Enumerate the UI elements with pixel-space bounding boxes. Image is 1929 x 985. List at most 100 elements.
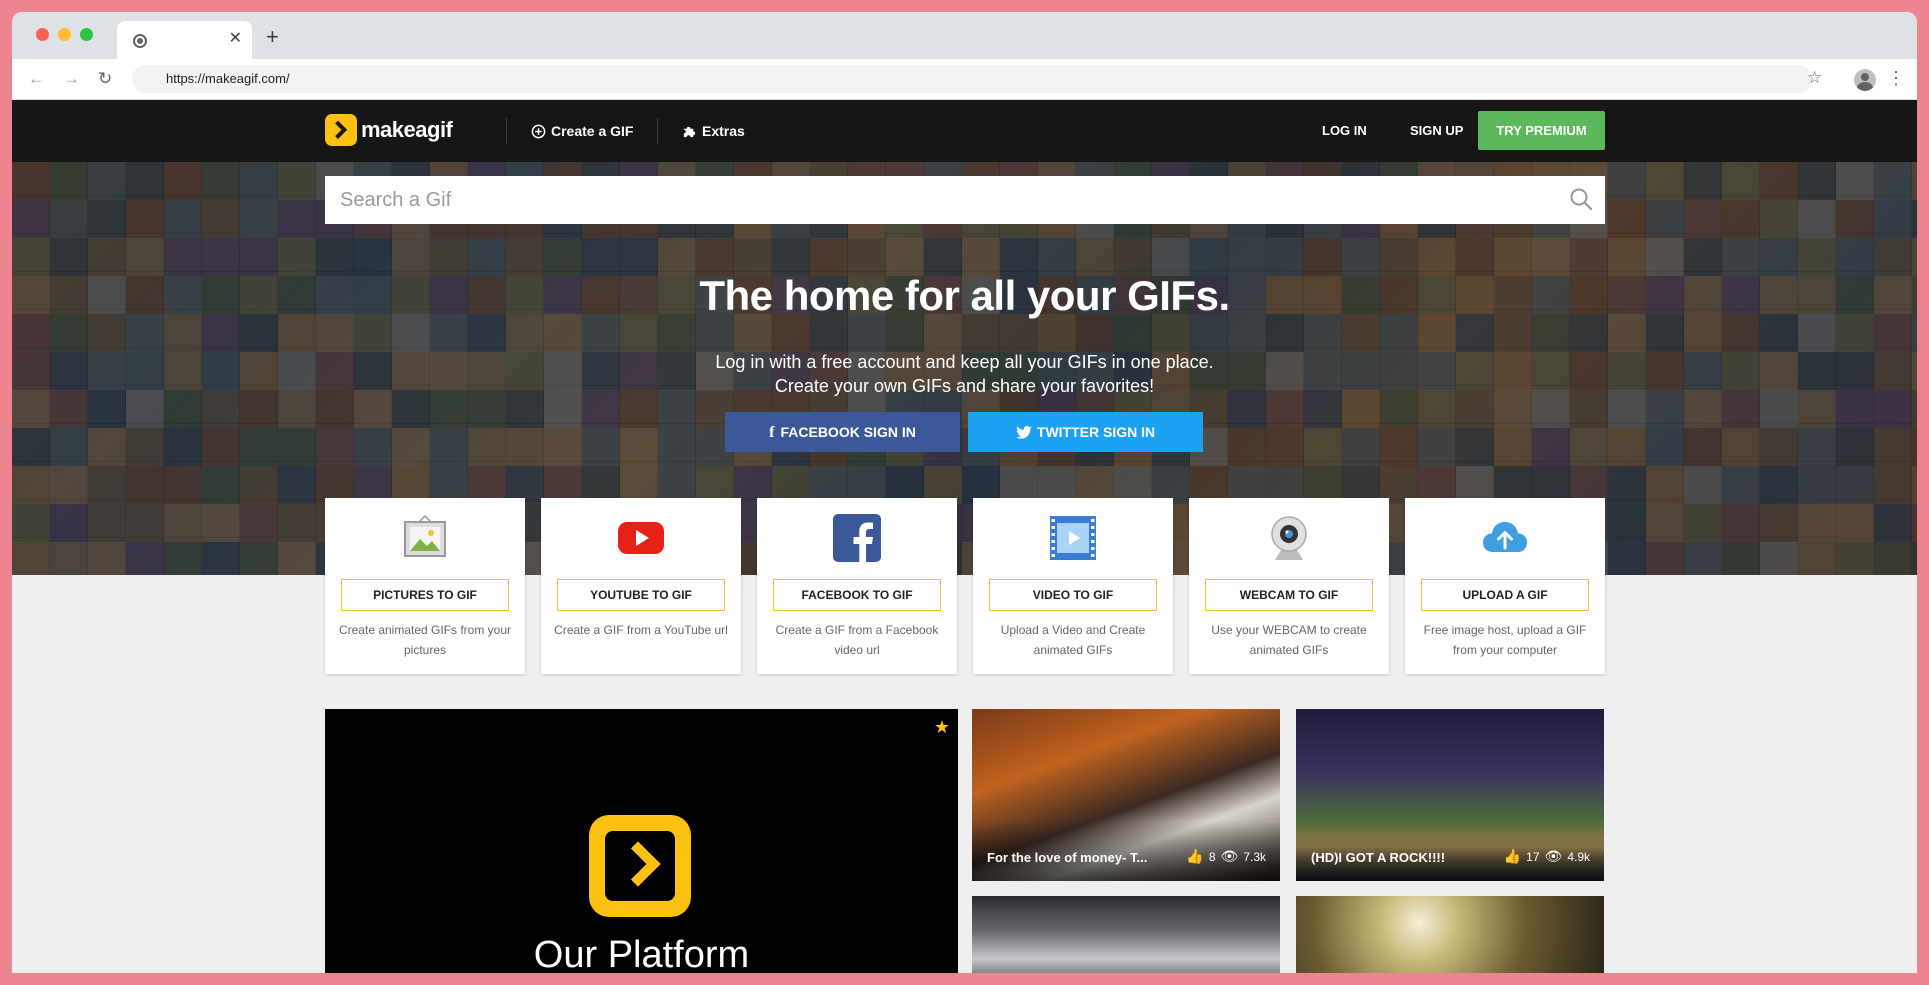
facebook-icon <box>833 514 881 562</box>
mosaic-tile <box>468 238 506 276</box>
mosaic-tile <box>240 542 278 575</box>
webcam-to-gif-button[interactable]: WEBCAM TO GIF <box>1205 579 1373 611</box>
twitter-sign-in-button[interactable]: TWITTER SIGN IN <box>968 412 1203 452</box>
video-to-gif-button[interactable]: VIDEO TO GIF <box>989 579 1157 611</box>
search-bar <box>325 176 1605 224</box>
view-count: 4.9k <box>1567 849 1590 864</box>
logo-mark-icon <box>325 114 357 146</box>
bookmark-star-icon[interactable]: ☆ <box>1807 68 1822 88</box>
pictures-to-gif-button[interactable]: PICTURES TO GIF <box>341 579 509 611</box>
mosaic-tile <box>1836 466 1874 504</box>
mosaic-tile <box>1646 238 1684 276</box>
thumbs-up-icon: 👍 <box>1503 848 1522 864</box>
mosaic-tile <box>468 428 506 466</box>
mosaic-tile <box>1266 428 1304 466</box>
mosaic-tile <box>1836 542 1874 575</box>
hero-title: The home for all your GIFs. <box>699 272 1230 319</box>
mosaic-tile <box>1152 238 1190 276</box>
mosaic-tile <box>1342 238 1380 276</box>
tool-description: Create a GIF from a Facebook video url <box>775 623 939 657</box>
mosaic-tile <box>1722 428 1760 466</box>
upload-gif-button[interactable]: UPLOAD A GIF <box>1421 579 1589 611</box>
mosaic-tile <box>1646 428 1684 466</box>
mosaic-tile <box>12 428 50 466</box>
forward-arrow-icon[interactable]: → <box>63 69 80 89</box>
login-link[interactable]: LOG IN <box>1322 100 1367 162</box>
mosaic-tile <box>1456 428 1494 466</box>
mosaic-tile <box>88 162 126 200</box>
mosaic-tile <box>506 428 544 466</box>
mosaic-tile <box>810 238 848 276</box>
maximize-window-button[interactable] <box>80 28 93 41</box>
mosaic-tile <box>1380 238 1418 276</box>
mosaic-tile <box>620 428 658 466</box>
facebook-sign-in-button[interactable]: f FACEBOOK SIGN IN <box>725 412 960 452</box>
featured-card[interactable]: ★ Our Platform <box>325 709 958 973</box>
address-bar[interactable]: https://makeagif.com/ <box>132 65 1812 93</box>
mosaic-tile <box>582 238 620 276</box>
plus-circle-icon <box>531 124 546 138</box>
mosaic-tile <box>12 238 50 276</box>
tool-description: Use your WEBCAM to create animated GIFs <box>1211 623 1367 657</box>
browser-window: ✕ + ← → ↻ https://makeagif.com/ ☆ ⋮ make… <box>12 12 1917 973</box>
profile-avatar-icon[interactable] <box>1854 69 1876 91</box>
mosaic-tile <box>278 466 316 504</box>
mosaic-tile <box>1114 238 1152 276</box>
tool-description: Create a GIF from a YouTube url <box>554 623 728 637</box>
search-input[interactable] <box>325 176 1605 224</box>
create-gif-label: Create a GIF <box>551 123 634 139</box>
mosaic-tile <box>886 238 924 276</box>
thumbs-up-icon: 👍 <box>1186 848 1204 864</box>
mosaic-tile <box>1418 428 1456 466</box>
mosaic-tile <box>1798 162 1836 200</box>
star-icon: ★ <box>933 717 950 737</box>
browser-tab[interactable]: ✕ <box>117 21 252 59</box>
eye-icon: 👁 <box>1544 848 1563 864</box>
cloud-upload-icon <box>1483 522 1527 552</box>
minimize-window-button[interactable] <box>58 28 71 41</box>
gif-thumbnail[interactable]: (HD)I GOT A ROCK!!!! 👍 17 👁 4.9k <box>1296 709 1604 881</box>
mosaic-tile <box>164 238 202 276</box>
facebook-sign-in-label: FACEBOOK SIGN IN <box>780 424 916 440</box>
facebook-f-icon: f <box>769 424 775 441</box>
tab-close-icon[interactable]: ✕ <box>229 29 242 49</box>
facebook-to-gif-button[interactable]: FACEBOOK TO GIF <box>773 579 941 611</box>
mosaic-tile <box>1912 504 1917 542</box>
mosaic-tile <box>1304 238 1342 276</box>
mosaic-tile <box>88 200 126 238</box>
mosaic-tile <box>544 428 582 466</box>
view-count: 7.3k <box>1243 849 1266 864</box>
site-logo[interactable]: makeagif <box>325 114 453 146</box>
mosaic-tile <box>772 238 810 276</box>
create-gif-link[interactable]: Create a GIF <box>531 100 633 162</box>
mosaic-tile <box>202 200 240 238</box>
tool-card-facebook: FACEBOOK TO GIF Create a GIF from a Face… <box>757 498 957 674</box>
mosaic-tile <box>1228 428 1266 466</box>
close-window-button[interactable] <box>36 28 49 41</box>
mosaic-tile <box>1874 504 1912 542</box>
more-menu-icon[interactable]: ⋮ <box>1887 68 1905 88</box>
mosaic-tile <box>1874 200 1912 238</box>
mosaic-tile <box>1038 238 1076 276</box>
tool-card-webcam: WEBCAM TO GIF Use your WEBCAM to create … <box>1189 498 1389 674</box>
mosaic-tile <box>316 238 354 276</box>
new-tab-button[interactable]: + <box>266 26 279 48</box>
twitter-bird-icon <box>1016 425 1032 439</box>
mosaic-tile <box>126 200 164 238</box>
hero-section: The home for all your GIFs. Log in with … <box>12 162 1917 575</box>
back-arrow-icon[interactable]: ← <box>28 69 45 89</box>
mosaic-tile <box>1912 428 1917 466</box>
search-icon[interactable] <box>1569 187 1593 211</box>
signup-link[interactable]: SIGN UP <box>1410 100 1463 162</box>
youtube-to-gif-button[interactable]: YOUTUBE TO GIF <box>557 579 725 611</box>
gif-thumbnail[interactable] <box>972 896 1280 973</box>
reload-icon[interactable]: ↻ <box>98 69 112 89</box>
mosaic-tile <box>1494 238 1532 276</box>
gif-thumbnail[interactable]: For the love of money- T... 👍 8 👁 7.3k <box>972 709 1280 881</box>
mosaic-tile <box>1798 542 1836 575</box>
gif-thumbnail[interactable] <box>1296 896 1604 973</box>
try-premium-button[interactable]: TRY PREMIUM <box>1478 111 1605 150</box>
like-count: 8 <box>1208 849 1216 864</box>
extras-link[interactable]: Extras <box>682 100 745 162</box>
mosaic-tile <box>1836 428 1874 466</box>
